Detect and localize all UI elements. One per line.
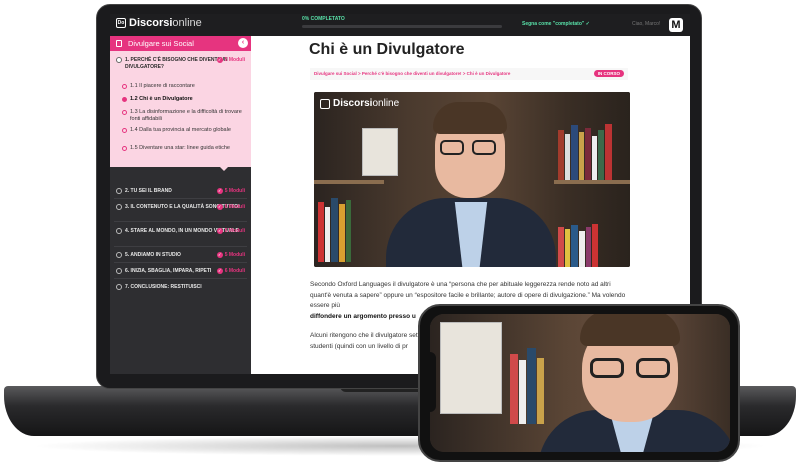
- mark-complete-button[interactable]: Segna come "completato" ✓: [522, 21, 590, 27]
- status-badge: IN CORSO: [593, 70, 624, 77]
- chevron-left-icon[interactable]: ‹: [238, 38, 248, 48]
- app-logo[interactable]: Do Discorsionline: [116, 17, 202, 29]
- circle-icon: [116, 228, 122, 234]
- video-player[interactable]: Discorsionline: [314, 92, 630, 267]
- bold-text: diffondere un argomento presso u: [310, 312, 416, 320]
- phone-notch: [428, 352, 436, 412]
- breadcrumb-bar: Divulgare sui Social > Perché c'è bisogn…: [310, 68, 628, 80]
- video-watermark-logo: Discorsionline: [320, 98, 399, 109]
- logo-text-bold: Discorsi: [129, 17, 173, 29]
- module-item-6[interactable]: 6. INIZIA, SBAGLIA, IMPARA, RIPETI6 Modu…: [114, 268, 247, 275]
- logo-mark-icon: Do: [116, 18, 126, 28]
- book-row: [558, 122, 612, 180]
- breadcrumb[interactable]: Divulgare sui Social > Perché c'è bisogn…: [314, 71, 510, 76]
- module-item-2[interactable]: 2. TU SEI IL BRAND5 Moduli: [114, 188, 247, 195]
- course-title-text: Divulgare sui Social: [128, 39, 194, 48]
- page-title: Chi è un Divulgatore: [309, 41, 465, 58]
- divider: [114, 246, 247, 247]
- lesson-item[interactable]: 1.5 Diventare una star: linee guida etic…: [122, 145, 246, 152]
- progress-label: 0% COMPLETATO: [302, 16, 345, 22]
- caret-down-icon: [220, 167, 228, 171]
- avatar[interactable]: M: [669, 18, 683, 32]
- divider: [114, 278, 247, 279]
- circle-icon: [116, 284, 122, 290]
- phone-video[interactable]: [430, 314, 730, 452]
- module-item-4[interactable]: 4. STARE AL MONDO, IN UN MONDO VIRTUALE5…: [114, 228, 247, 235]
- circle-icon: [116, 188, 122, 194]
- module-item-7[interactable]: 7. CONCLUSIONE: RESTITUISCI: [114, 284, 247, 291]
- book-cover: [440, 322, 502, 414]
- circle-icon: [116, 204, 122, 210]
- presenter-hair: [580, 314, 680, 346]
- circle-icon: [122, 97, 127, 102]
- logo-text-light: online: [172, 17, 202, 29]
- module-item-5[interactable]: 5. ANDIAMO IN STUDIO5 Moduli: [114, 252, 247, 259]
- open-module: 1. PERCHÉ C'È BISOGNO CHE DIVENTI UN DIV…: [110, 51, 251, 167]
- module-item-1[interactable]: 1. PERCHÉ C'È BISOGNO CHE DIVENTI UN DIV…: [114, 57, 247, 71]
- progress-bar: [302, 25, 502, 28]
- lesson-item[interactable]: 1.4 Dalla tua provincia al mercato globa…: [122, 127, 246, 134]
- book-icon: [116, 40, 122, 47]
- book-row: [510, 344, 544, 424]
- circle-icon: [122, 110, 127, 115]
- circle-icon: [122, 128, 127, 133]
- circle-icon: [116, 268, 122, 274]
- divider: [114, 198, 247, 199]
- glasses: [590, 358, 674, 380]
- course-title[interactable]: Divulgare sui Social ‹: [110, 36, 251, 51]
- module-title: 1. PERCHÉ C'È BISOGNO CHE DIVENTI UN DIV…: [125, 57, 228, 70]
- circle-icon: [116, 57, 122, 63]
- lesson-item[interactable]: 1.1 Il piacere di raccontare: [122, 83, 246, 90]
- book-row: [558, 222, 598, 267]
- shelf: [554, 180, 630, 184]
- circle-icon: [116, 252, 122, 258]
- book-row: [318, 192, 351, 262]
- glasses: [440, 140, 500, 156]
- divider: [114, 221, 247, 222]
- shelf: [314, 180, 384, 184]
- lesson-item-active[interactable]: 1.2 Chi è un Divulgatore: [122, 96, 246, 103]
- module-item-3[interactable]: 3. IL CONTENUTO E LA QUALITÀ SONO TUTTO!…: [114, 204, 247, 211]
- book-cover: [362, 128, 398, 176]
- divider: [114, 262, 247, 263]
- top-bar: Do Discorsionline 0% COMPLETATO Segna co…: [110, 14, 690, 36]
- circle-icon: [122, 84, 127, 89]
- presenter-hair: [433, 102, 507, 134]
- logo-mark-icon: [320, 98, 330, 109]
- course-sidebar: Divulgare sui Social ‹ 1. PERCHÉ C'È BIS…: [110, 36, 251, 374]
- circle-icon: [122, 146, 127, 151]
- user-greeting: Ciao, Marco!: [632, 21, 661, 27]
- lesson-item[interactable]: 1.3 La disinformazione e la difficoltà d…: [122, 109, 246, 123]
- module-count: 5 Moduli: [217, 57, 245, 64]
